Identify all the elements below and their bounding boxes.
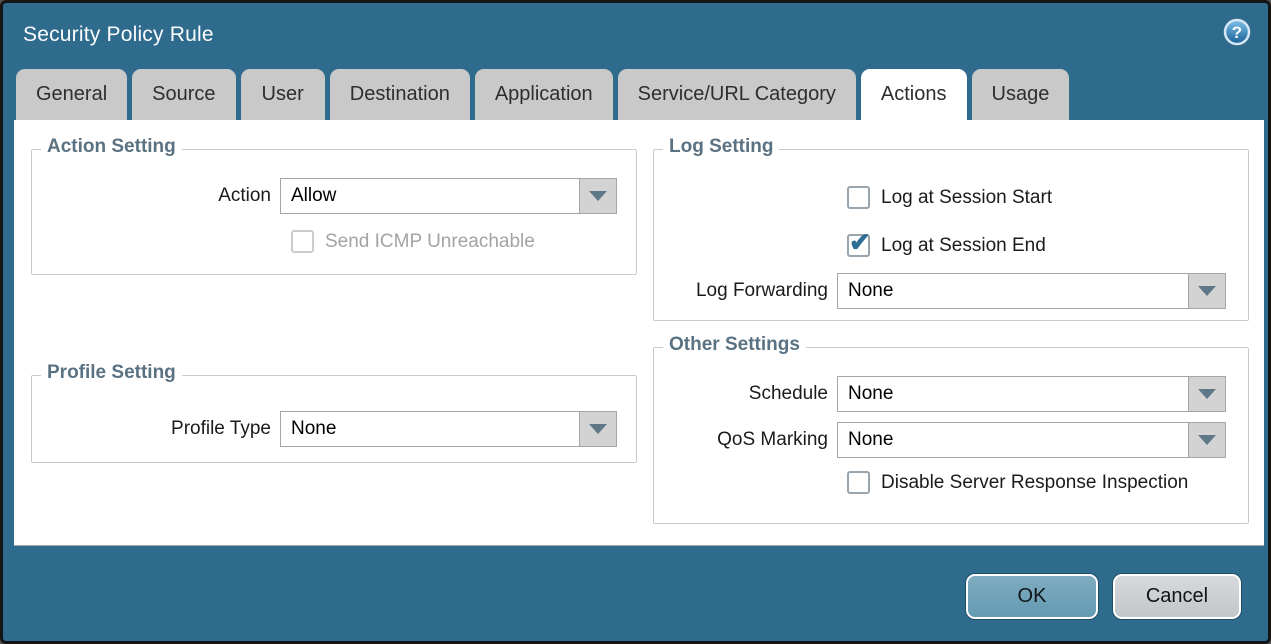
action-label: Action xyxy=(32,185,280,207)
qos-marking-label: QoS Marking xyxy=(654,429,837,451)
qos-marking-dropdown: None xyxy=(837,422,1226,458)
tab-general[interactable]: General xyxy=(16,69,127,120)
tab-application[interactable]: Application xyxy=(475,69,613,120)
action-dropdown-value[interactable]: Allow xyxy=(280,178,580,214)
log-forwarding-label: Log Forwarding xyxy=(654,280,837,302)
log-at-session-end-label[interactable]: Log at Session End xyxy=(881,235,1046,257)
dialog-title: Security Policy Rule xyxy=(23,3,214,67)
actions-tab-panel: Action Setting Action Allow Send ICMP Un… xyxy=(14,120,1264,546)
action-setting-group: Action Setting Action Allow Send ICMP Un… xyxy=(31,149,637,275)
log-forwarding-dropdown-value[interactable]: None xyxy=(837,273,1189,309)
tab-user[interactable]: User xyxy=(241,69,325,120)
chevron-down-icon xyxy=(589,191,607,201)
titlebar: Security Policy Rule ? xyxy=(3,3,1268,67)
profile-setting-legend: Profile Setting xyxy=(41,362,182,384)
action-dropdown-button[interactable] xyxy=(580,178,617,214)
help-icon[interactable]: ? xyxy=(1223,18,1251,46)
schedule-dropdown-button[interactable] xyxy=(1189,376,1226,412)
profile-type-dropdown: None xyxy=(280,411,617,447)
profile-type-dropdown-button[interactable] xyxy=(580,411,617,447)
log-at-session-start-label[interactable]: Log at Session Start xyxy=(881,187,1052,209)
chevron-down-icon xyxy=(589,424,607,434)
profile-type-dropdown-value[interactable]: None xyxy=(280,411,580,447)
disable-server-response-inspection-checkbox[interactable] xyxy=(847,471,870,494)
log-at-session-start-checkbox[interactable] xyxy=(847,186,870,209)
tab-bar: General Source User Destination Applicat… xyxy=(16,69,1069,120)
schedule-dropdown: None xyxy=(837,376,1226,412)
action-setting-legend: Action Setting xyxy=(41,136,182,158)
other-settings-legend: Other Settings xyxy=(663,334,806,356)
qos-marking-dropdown-value[interactable]: None xyxy=(837,422,1189,458)
tab-service-url-category[interactable]: Service/URL Category xyxy=(618,69,856,120)
checkmark-icon: ✔ xyxy=(849,229,871,255)
action-dropdown: Allow xyxy=(280,178,617,214)
schedule-label: Schedule xyxy=(654,383,837,405)
profile-type-label: Profile Type xyxy=(32,418,280,440)
svg-text:?: ? xyxy=(1232,23,1242,42)
qos-marking-dropdown-button[interactable] xyxy=(1189,422,1226,458)
chevron-down-icon xyxy=(1198,389,1216,399)
log-setting-legend: Log Setting xyxy=(663,136,779,158)
tab-source[interactable]: Source xyxy=(132,69,235,120)
tab-destination[interactable]: Destination xyxy=(330,69,470,120)
chevron-down-icon xyxy=(1198,435,1216,445)
send-icmp-unreachable-label: Send ICMP Unreachable xyxy=(325,231,535,253)
disable-server-response-inspection-label[interactable]: Disable Server Response Inspection xyxy=(881,472,1188,494)
ok-button[interactable]: OK xyxy=(966,574,1098,619)
schedule-dropdown-value[interactable]: None xyxy=(837,376,1189,412)
send-icmp-unreachable-checkbox xyxy=(291,230,314,253)
log-forwarding-dropdown-button[interactable] xyxy=(1189,273,1226,309)
log-forwarding-dropdown: None xyxy=(837,273,1226,309)
cancel-button[interactable]: Cancel xyxy=(1113,574,1241,619)
profile-setting-group: Profile Setting Profile Type None xyxy=(31,375,637,463)
log-setting-group: Log Setting Log at Session Start ✔ Log a… xyxy=(653,149,1249,321)
log-at-session-end-checkbox[interactable]: ✔ xyxy=(847,234,870,257)
tab-usage[interactable]: Usage xyxy=(972,69,1070,120)
chevron-down-icon xyxy=(1198,286,1216,296)
security-policy-rule-dialog: Security Policy Rule ? General Source Us… xyxy=(0,0,1271,644)
tab-actions[interactable]: Actions xyxy=(861,69,967,120)
other-settings-group: Other Settings Schedule None QoS Marking… xyxy=(653,347,1249,524)
